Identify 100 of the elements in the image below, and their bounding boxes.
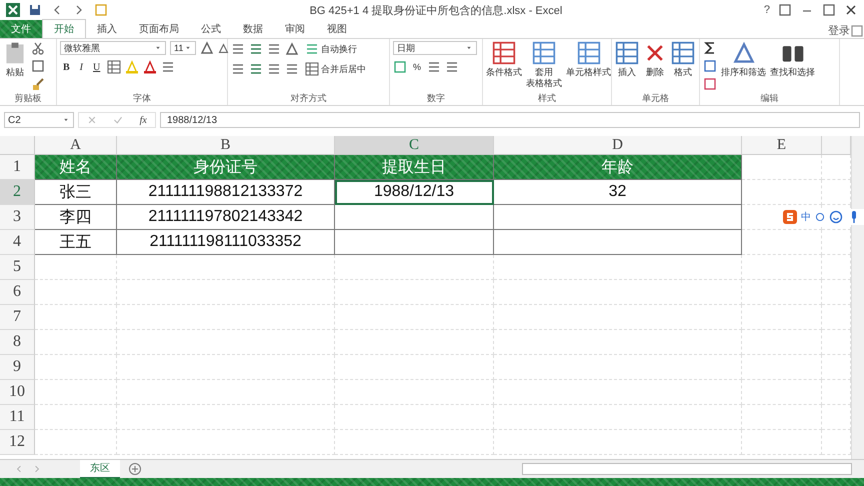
- close-icon[interactable]: [844, 3, 858, 17]
- row-header[interactable]: 9: [0, 355, 35, 380]
- formula-field[interactable]: 1988/12/13: [160, 112, 860, 128]
- ribbon-display-icon[interactable]: [778, 3, 792, 17]
- insert-function-button[interactable]: fx: [140, 114, 147, 126]
- cell-style-icon: [576, 41, 600, 65]
- conditional-format-icon: [492, 41, 516, 65]
- merge-icon: [305, 62, 319, 76]
- column-title-cell: 身份证号: [117, 155, 335, 180]
- bold-button[interactable]: B: [60, 59, 73, 75]
- sum-icon[interactable]: [703, 41, 717, 55]
- ime-logo-icon[interactable]: [783, 210, 797, 224]
- ribbon-tab[interactable]: 开始: [42, 19, 86, 38]
- table-format-button[interactable]: 套用 表格格式: [526, 41, 562, 89]
- ribbon-tab[interactable]: 视图: [316, 20, 358, 38]
- row-header[interactable]: 3: [0, 205, 35, 230]
- group-label: 编辑: [760, 92, 780, 105]
- number-format-field[interactable]: 日期: [393, 41, 477, 55]
- row-header[interactable]: 12: [0, 430, 35, 455]
- table-cell: 211111198111033352: [117, 230, 335, 255]
- decrease-decimal-icon[interactable]: [445, 60, 460, 74]
- row-header[interactable]: 1: [0, 155, 35, 180]
- excel-logo-icon[interactable]: [6, 3, 20, 17]
- ribbon-tab[interactable]: 审阅: [274, 20, 316, 38]
- merge-center-button[interactable]: 合并后居中: [303, 61, 368, 77]
- indent-icon[interactable]: [285, 62, 299, 76]
- paste-button[interactable]: 粘贴: [3, 41, 27, 78]
- ribbon-tab[interactable]: 数据: [232, 20, 274, 38]
- italic-button[interactable]: I: [76, 59, 86, 75]
- align-middle-icon[interactable]: [249, 42, 263, 56]
- border-icon[interactable]: [107, 60, 122, 74]
- name-box[interactable]: C2: [4, 112, 74, 128]
- find-select-button[interactable]: 查找和选择: [770, 41, 815, 78]
- add-sheet-icon[interactable]: [128, 462, 142, 476]
- row-header[interactable]: 11: [0, 405, 35, 430]
- ribbon-tab[interactable]: 公式: [190, 20, 232, 38]
- percent-button[interactable]: %: [411, 59, 424, 75]
- row-header[interactable]: 4: [0, 230, 35, 255]
- align-top-icon[interactable]: [231, 42, 245, 56]
- column-title-cell: 姓名: [35, 155, 117, 180]
- table-cell: 32: [494, 180, 742, 205]
- cut-icon[interactable]: [31, 41, 45, 55]
- column-title-cell: 年龄: [494, 155, 742, 180]
- table-cell: 211111198812133372: [117, 180, 335, 205]
- wrap-text-icon: [305, 42, 319, 56]
- align-left-icon[interactable]: [231, 62, 245, 76]
- phonetic-icon[interactable]: [161, 60, 176, 74]
- group-label: 数字: [426, 92, 446, 105]
- font-name-field[interactable]: 微软雅黑: [60, 41, 166, 55]
- column-header[interactable]: B: [117, 136, 335, 155]
- horizontal-scrollbar[interactable]: [522, 463, 852, 475]
- table-cell: 王五: [35, 230, 117, 255]
- delete-button[interactable]: 删除: [643, 41, 667, 78]
- dropdown-caret-icon: [154, 44, 162, 52]
- format-button[interactable]: 格式: [671, 41, 695, 78]
- row-header[interactable]: 10: [0, 380, 35, 405]
- format-painter-icon[interactable]: [31, 77, 45, 91]
- font-size-field[interactable]: 11: [170, 41, 196, 55]
- row-header[interactable]: 6: [0, 280, 35, 305]
- column-header[interactable]: E: [742, 136, 822, 155]
- column-header[interactable]: D: [494, 136, 742, 155]
- column-title-cell: 提取生日: [335, 155, 494, 180]
- row-header[interactable]: 5: [0, 255, 35, 280]
- row-header[interactable]: 8: [0, 330, 35, 355]
- sort-filter-button[interactable]: 排序和筛选: [721, 41, 766, 78]
- align-right-icon[interactable]: [267, 62, 281, 76]
- conditional-format-button[interactable]: 条件格式: [486, 41, 522, 78]
- user-icon[interactable]: [850, 24, 864, 38]
- window-title: BG 425+1 4 提取身份证中所包含的信息.xlsx - Excel: [308, 4, 564, 18]
- align-bottom-icon[interactable]: [267, 42, 281, 56]
- wrap-text-button[interactable]: 自动换行: [303, 41, 359, 57]
- group-label: 单元格: [641, 92, 670, 105]
- dropdown-caret-icon: [465, 44, 473, 52]
- ribbon-tab[interactable]: 页面布局: [128, 20, 190, 38]
- ribbon-tab[interactable]: 插入: [86, 20, 128, 38]
- maximize-icon[interactable]: [822, 3, 836, 17]
- vertical-scrollbar[interactable]: [851, 136, 864, 459]
- dropdown-caret-icon: [184, 44, 192, 52]
- group-label: 字体: [132, 92, 152, 105]
- save-icon[interactable]: [28, 3, 42, 17]
- table-cell: 1988/12/13: [335, 180, 494, 205]
- font-color-icon[interactable]: [143, 60, 158, 74]
- dropdown-caret-icon: [62, 116, 70, 124]
- group-label: 对齐方式: [290, 92, 328, 105]
- file-tab[interactable]: 文件: [0, 20, 42, 38]
- column-header[interactable]: C: [335, 136, 494, 155]
- increase-decimal-icon[interactable]: [427, 60, 442, 74]
- column-header[interactable]: A: [35, 136, 117, 155]
- row-header[interactable]: 7: [0, 305, 35, 330]
- row-header[interactable]: 2: [0, 180, 35, 205]
- sheet-tab[interactable]: 东区: [80, 460, 120, 478]
- cell-style-button[interactable]: 单元格样式: [566, 41, 611, 78]
- fill-color-icon[interactable]: [125, 60, 140, 74]
- align-center-icon[interactable]: [249, 62, 263, 76]
- help-button[interactable]: ?: [764, 4, 770, 16]
- input-mode-toggle[interactable]: 中: [801, 210, 811, 224]
- sign-in-link[interactable]: 登录: [828, 23, 850, 38]
- insert-button[interactable]: 插入: [615, 41, 639, 78]
- emoji-icon[interactable]: [829, 210, 843, 224]
- underline-button[interactable]: U: [90, 59, 104, 75]
